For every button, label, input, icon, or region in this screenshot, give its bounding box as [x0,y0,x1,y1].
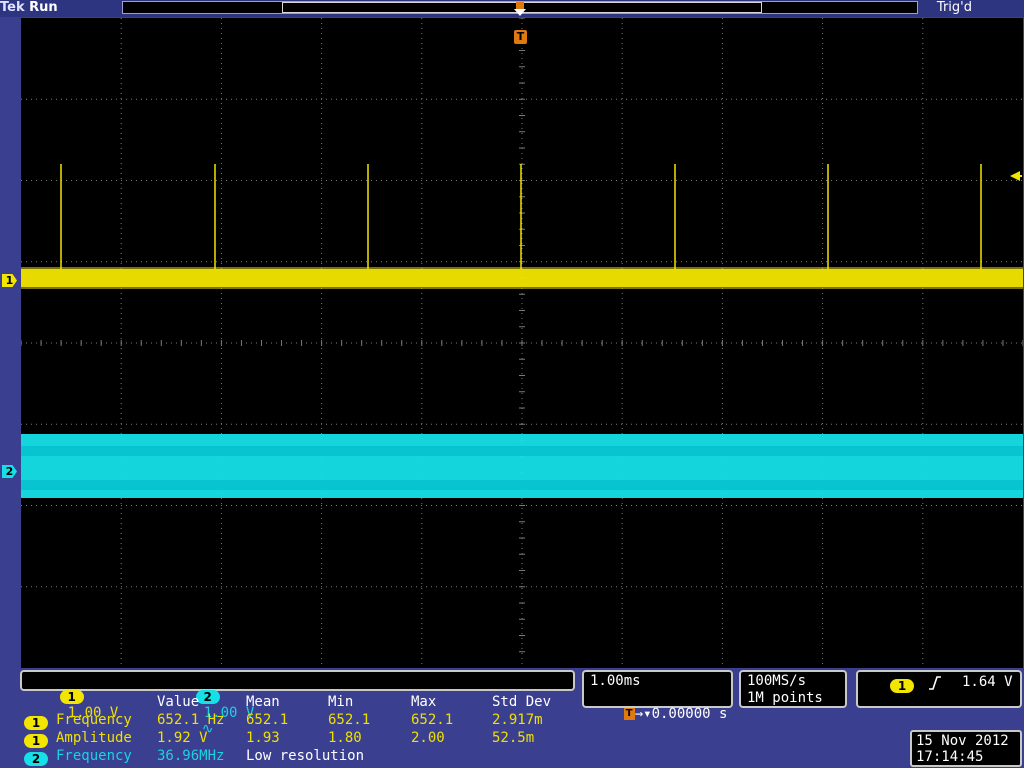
meas-header-stddev: Std Dev [492,694,552,710]
ch2-ground-marker[interactable]: 2 [2,465,17,478]
time: 17:14:45 [916,749,984,765]
waveform-display[interactable] [20,17,1024,668]
ch1-waveform-noise [21,267,1023,269]
meas-header-value: Value [157,694,200,710]
sample-rate: 100MS/s [747,673,807,689]
meas-name: Amplitude [56,730,132,746]
meas-row[interactable]: 1 [24,712,48,731]
trigger-offset-readout: T →▾0.00000 s [590,690,727,738]
meas-stddev: 2.917m [492,712,543,728]
ch2-marker-label: 2 [5,465,14,478]
ch2-waveform-shade [21,446,1023,456]
meas-min: 1.80 [328,730,362,746]
trigger-position-marker: T [514,30,527,44]
trigger-panel[interactable]: 1 1.64 V [856,670,1022,708]
rising-edge-icon [928,675,942,694]
channel-settings-panel[interactable]: 1 1.00 V 2 1.00 V ∿ [20,670,575,737]
graticule [20,17,1024,668]
trigger-t-icon: T [623,708,635,720]
meas-name: Frequency [56,712,132,728]
status-bar: Tek Run Trig'd [0,0,1024,17]
meas-row[interactable]: 1 [24,730,48,749]
trigger-offset: →▾0.00000 s [634,706,728,722]
trigger-level-arrow-icon [1010,171,1022,181]
ch1-waveform-noise [21,287,1023,289]
meas-value: 652.1 Hz [157,712,225,728]
horizontal-scale: 1.00ms [590,673,641,689]
brand-logo: Tek [0,0,25,15]
datetime-panel: 15 Nov 2012 17:14:45 [910,730,1022,767]
meas-mean-note: Low resolution [246,748,365,764]
acquisition-state: Run [29,0,58,15]
acquisition-panel[interactable]: 100MS/s 1M points [739,670,847,708]
meas-row-ch-badge: 2 [24,752,48,766]
meas-row[interactable]: 2 [24,748,48,767]
trigger-status: Trig'd [936,0,972,15]
meas-row-ch-badge: 1 [24,716,48,730]
meas-header-max: Max [411,694,437,710]
meas-header-min: Min [328,694,354,710]
ch1-ground-marker[interactable]: 1 [2,274,17,287]
trigger-position-marker-top [514,1,526,16]
slope-icon [929,676,941,690]
trigger-pointer-icon [514,2,526,16]
meas-stddev: 52.5m [492,730,535,746]
meas-max: 2.00 [411,730,445,746]
trigger-level-indicator [1010,167,1022,186]
measurements-table: Value Mean Min Max Std Dev 1 Frequency 6… [20,692,577,767]
ch2-waveform-shade [21,480,1023,490]
meas-header-mean: Mean [246,694,280,710]
meas-max: 652.1 [411,712,454,728]
trigger-level: 1.64 V [962,674,1013,690]
trigger-marker-label: T [516,30,525,43]
meas-value: 1.92 V [157,730,208,746]
date: 15 Nov 2012 [916,733,1009,749]
trigger-source: 1 [890,675,914,694]
meas-value: 36.96MHz [157,748,225,764]
brand-and-run-state: Tek Run [0,0,58,15]
timebase-panel[interactable]: 1.00ms T →▾0.00000 s [582,670,733,722]
meas-min: 652.1 [328,712,371,728]
ch1-waveform-band [21,269,1023,287]
meas-mean: 652.1 [246,712,289,728]
meas-name: Frequency [56,748,132,764]
record-length: 1M points [747,690,823,706]
ch1-marker-label: 1 [5,274,14,287]
meas-row-ch-badge: 1 [24,734,48,748]
trigger-source-badge: 1 [890,679,914,693]
meas-mean: 1.93 [246,730,280,746]
